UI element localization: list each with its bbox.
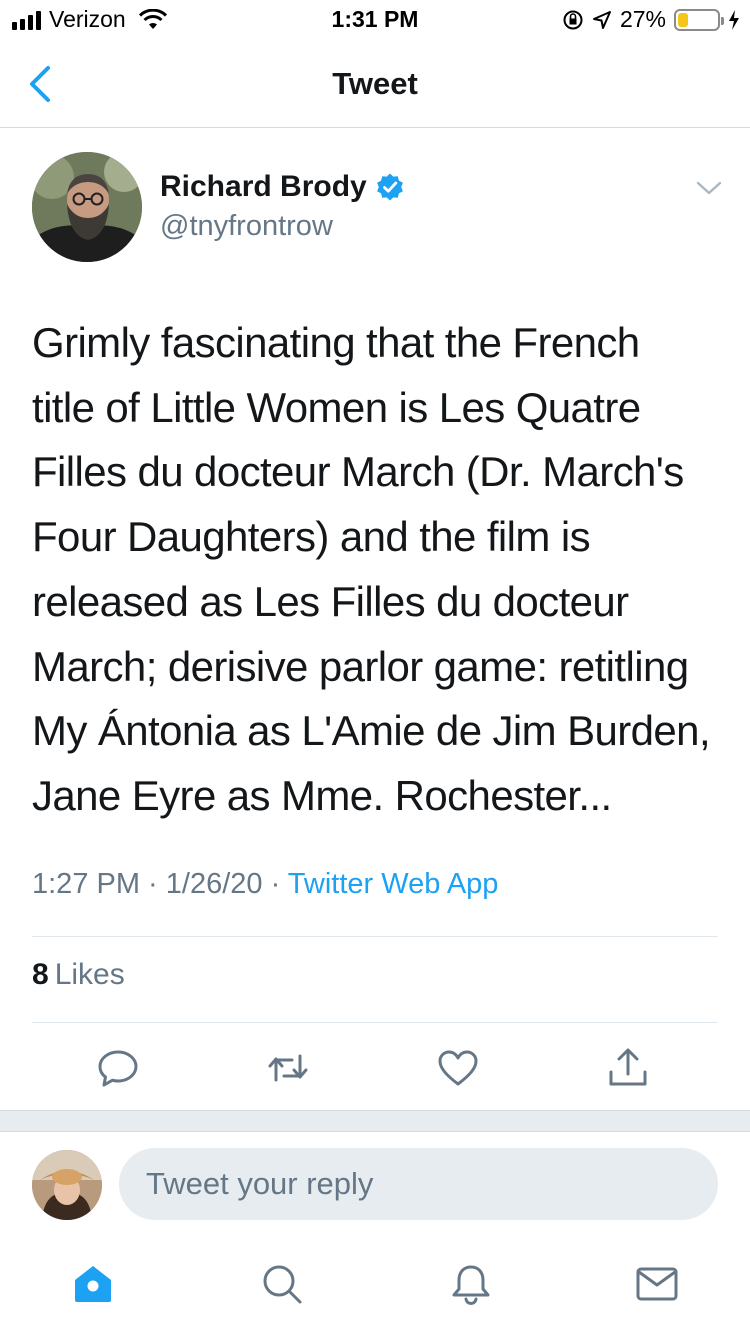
likes-label: Likes xyxy=(54,958,125,991)
author-name[interactable]: Richard Brody xyxy=(160,170,367,204)
battery-icon xyxy=(674,8,724,31)
retweet-icon[interactable] xyxy=(266,1046,310,1090)
orientation-lock-icon xyxy=(563,10,583,29)
likes-row[interactable]: 8 Likes xyxy=(32,958,125,992)
status-bar-right: 27% xyxy=(562,6,740,33)
section-separator xyxy=(0,1110,750,1132)
reply-input[interactable]: Tweet your reply xyxy=(119,1148,718,1220)
share-icon[interactable] xyxy=(606,1046,650,1090)
user-avatar[interactable] xyxy=(32,1150,102,1220)
messages-icon[interactable] xyxy=(635,1262,679,1306)
battery-percent: 27% xyxy=(619,6,666,32)
divider xyxy=(32,1022,718,1023)
notifications-icon[interactable] xyxy=(449,1262,493,1306)
author-name-row[interactable]: Richard Brody xyxy=(160,170,405,204)
chevron-down-icon[interactable] xyxy=(694,176,724,200)
verified-badge-icon xyxy=(376,173,403,201)
meta-separator: · xyxy=(262,868,288,900)
navigation-bar: Tweet xyxy=(0,40,750,128)
divider xyxy=(32,936,718,937)
search-icon[interactable] xyxy=(260,1262,304,1306)
like-icon[interactable] xyxy=(436,1046,480,1090)
home-icon[interactable] xyxy=(71,1262,115,1306)
author-handle[interactable]: @tnyfrontrow xyxy=(160,210,333,243)
tweet-time: 1:27 PM xyxy=(32,868,140,900)
battery-level-fill xyxy=(678,12,689,27)
likes-count: 8 xyxy=(32,958,49,991)
status-bar: Verizon 1:31 PM 27% xyxy=(0,0,750,40)
tweet-metadata: 1:27 PM · 1/26/20 · Twitter Web App xyxy=(32,868,498,901)
reply-icon[interactable] xyxy=(96,1046,140,1090)
location-icon xyxy=(592,10,611,29)
tweet-source-link[interactable]: Twitter Web App xyxy=(288,868,499,900)
charging-bolt-icon xyxy=(729,9,739,30)
tweet-date: 1/26/20 xyxy=(165,868,263,900)
tweet-text: Grimly fascinating that the French title… xyxy=(32,319,711,819)
page-title: Tweet xyxy=(332,66,418,101)
meta-separator: · xyxy=(140,868,166,900)
author-avatar[interactable] xyxy=(32,152,142,262)
